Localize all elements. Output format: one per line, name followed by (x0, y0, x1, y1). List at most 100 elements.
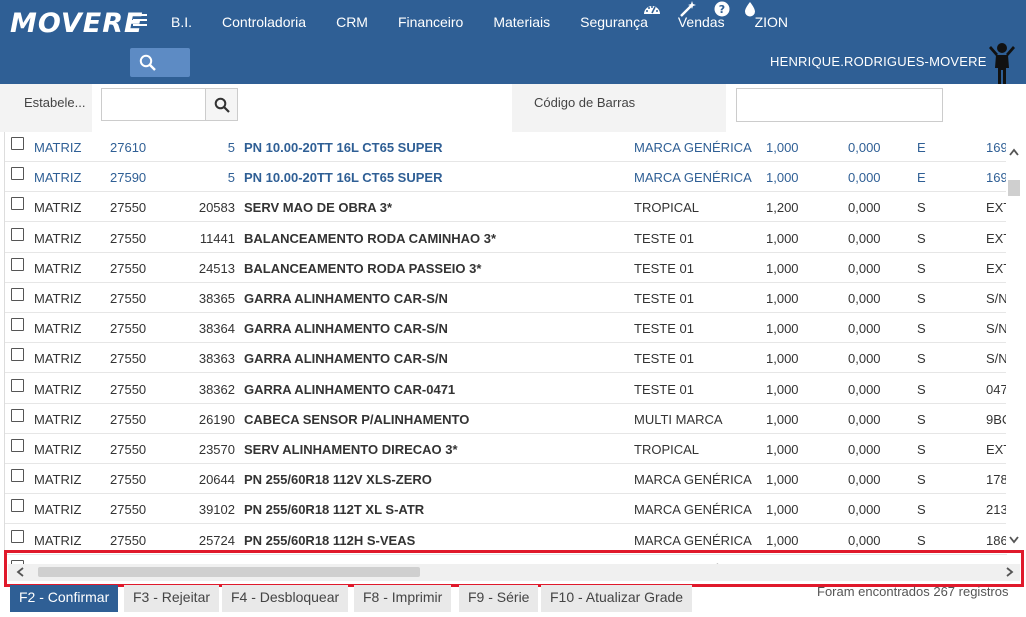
row-checkbox[interactable] (11, 227, 24, 241)
print-button[interactable]: F8 - Imprimir (354, 585, 452, 612)
menu-item-crm[interactable]: CRM (336, 14, 368, 30)
table-row[interactable]: MATRIZ 27550 38363 GARRA ALINHAMENTO CAR-S/… (5, 343, 1008, 374)
barcode-input[interactable] (736, 88, 943, 122)
row-checkbox[interactable] (11, 469, 24, 483)
global-search-button[interactable] (130, 48, 190, 77)
cell-estab: MATRIZ (34, 351, 82, 367)
cell-quantidade: 1,000 (766, 351, 799, 367)
row-checkbox[interactable] (11, 408, 24, 422)
cell-codigo: 38365 (198, 291, 235, 306)
cell-marca: TROPICAL (634, 442, 700, 457)
cell-extra: S/N (986, 291, 1008, 306)
table-row[interactable]: MATRIZ 27590 5 PN 10.00-20TT 16L CT65 SUPER… (5, 162, 1008, 193)
row-checkbox[interactable] (11, 499, 24, 513)
row-checkbox[interactable] (11, 378, 24, 392)
table-row[interactable]: MATRIZ 27550 24513 BALANCEAMENTO RODA PASSE… (5, 252, 1011, 283)
row-checkbox[interactable] (11, 167, 24, 181)
cell-marca: TESTE 01 (634, 230, 694, 246)
estab-search-button[interactable] (205, 88, 238, 121)
cell-pedido: 27610 (110, 140, 147, 155)
help-icon[interactable]: ? (713, 0, 731, 18)
cell-codigo: 23570 (198, 442, 235, 457)
reject-button[interactable]: F3 - Rejeitar (124, 585, 220, 612)
avatar[interactable] (988, 42, 1016, 84)
cell-extra: 178 (986, 472, 1008, 488)
table-row[interactable]: MATRIZ 27610 5 PN 10.00-20TT 16L CT65 SUPER… (5, 132, 1008, 162)
confirm-button[interactable]: F2 - Confirmar (10, 585, 119, 612)
cell-marca: TESTE 01 (634, 321, 694, 337)
cell-quantidade: 1,000 (766, 532, 799, 548)
vertical-scroll-thumb[interactable] (1008, 180, 1020, 196)
cell-tipo: S (917, 442, 926, 457)
unblock-button[interactable]: F4 - Desbloquear (222, 585, 349, 612)
cell-quantidade: 1,000 (766, 472, 799, 488)
row-checkbox[interactable] (11, 348, 24, 362)
highlight-frame (4, 550, 1024, 587)
row-checkbox[interactable] (11, 288, 24, 301)
table-row[interactable]: MATRIZ 27550 26190 CABECA SENSOR P/ALINHAME… (5, 403, 1011, 434)
hamburger-menu-icon[interactable] (133, 14, 147, 28)
cell-estab: MATRIZ (34, 230, 82, 246)
cell-pedido: 27550 (110, 502, 147, 518)
cell-tipo: S (917, 230, 926, 246)
dashboard-icon[interactable] (643, 0, 661, 18)
estab-input[interactable] (101, 88, 206, 121)
cell-extra: 186 (986, 532, 1008, 548)
cell-quantidade: 1,000 (766, 260, 799, 276)
cell-pedido: 27550 (110, 381, 147, 397)
svg-text:?: ? (719, 3, 725, 16)
cell-descricao: PN 10.00-20TT 16L CT65 SUPER (244, 140, 443, 155)
cell-quantidade: 1,200 (766, 200, 799, 216)
row-checkbox[interactable] (11, 439, 24, 452)
series-button[interactable]: F9 - Série (459, 585, 539, 612)
table-row[interactable]: MATRIZ 27550 11441 BALANCEAMENTO RODA CAMIN… (5, 222, 1011, 253)
cell-quantidade-2: 0,000 (848, 291, 881, 306)
cell-tipo: E (917, 140, 926, 155)
row-checkbox[interactable] (11, 318, 24, 332)
row-checkbox[interactable] (11, 257, 24, 271)
vertical-scrollbar[interactable] (1006, 132, 1022, 550)
table-row[interactable]: MATRIZ 27550 20583 SERV MAO DE OBRA 3* TROPI… (5, 192, 1011, 223)
menu-item-zion[interactable]: ZION (755, 14, 788, 30)
table-row[interactable]: MATRIZ 27550 20644 PN 255/60R18 112V XLS-ZE… (5, 464, 1008, 495)
cell-quantidade: 1,000 (766, 411, 799, 427)
cell-descricao: BALANCEAMENTO RODA CAMINHAO 3* (244, 230, 497, 246)
water-drop-icon[interactable] (741, 0, 759, 18)
cell-pedido: 27590 (110, 170, 147, 186)
cell-estab: MATRIZ (34, 502, 82, 518)
cell-pedido: 27550 (110, 321, 147, 337)
menu-item-bi[interactable]: B.I. (171, 14, 192, 30)
cell-codigo: 11441 (199, 230, 235, 246)
cell-quantidade-2: 0,000 (848, 381, 881, 397)
refresh-grid-button[interactable]: F10 - Atualizar Grade (541, 585, 693, 612)
cell-marca: TESTE 01 (634, 381, 694, 397)
magic-wand-icon[interactable] (679, 0, 697, 18)
menu-item-seguranca[interactable]: Segurança (580, 14, 648, 30)
cell-descricao: PN 255/60R18 112H S-VEAS (244, 532, 416, 548)
chevron-down-icon[interactable] (1009, 536, 1019, 544)
cell-pedido: 27550 (110, 442, 147, 457)
cell-codigo: 25724 (198, 532, 235, 548)
cell-codigo: 5 (227, 140, 235, 155)
cell-marca: MARCA GENÉRICA (634, 502, 752, 518)
cell-estab: MATRIZ (34, 532, 82, 548)
app-logo[interactable]: MOVERE (10, 8, 143, 39)
table-row[interactable]: MATRIZ 27550 39102 PN 255/60R18 112T XL S-A… (5, 494, 1008, 525)
table-row[interactable]: MATRIZ 27550 23570 SERV ALINHAMENTO DIRECAO… (5, 434, 1011, 464)
row-checkbox[interactable] (11, 529, 24, 543)
cell-descricao: CABECA SENSOR P/ALINHAMENTO (244, 411, 470, 427)
row-checkbox[interactable] (11, 197, 24, 211)
menu-item-controladoria[interactable]: Controladoria (222, 14, 306, 30)
table-row[interactable]: MATRIZ 27550 38365 GARRA ALINHAMENTO CAR-S/… (5, 283, 1008, 313)
user-name[interactable]: HENRIQUE.RODRIGUES-MOVERE (770, 54, 987, 69)
chevron-up-icon[interactable] (1009, 148, 1019, 156)
cell-pedido: 27550 (110, 200, 147, 216)
row-checkbox[interactable] (11, 137, 24, 150)
menu-item-financeiro[interactable]: Financeiro (398, 14, 463, 30)
cell-pedido: 27550 (110, 291, 147, 306)
search-icon (214, 97, 230, 113)
table-row[interactable]: MATRIZ 27550 38362 GARRA ALINHAMENTO CAR-04… (5, 373, 1008, 404)
table-row[interactable]: MATRIZ 27550 38364 GARRA ALINHAMENTO CAR-S/… (5, 313, 1008, 344)
menu-item-materiais[interactable]: Materiais (493, 14, 550, 30)
cell-marca: TESTE 01 (634, 260, 694, 276)
